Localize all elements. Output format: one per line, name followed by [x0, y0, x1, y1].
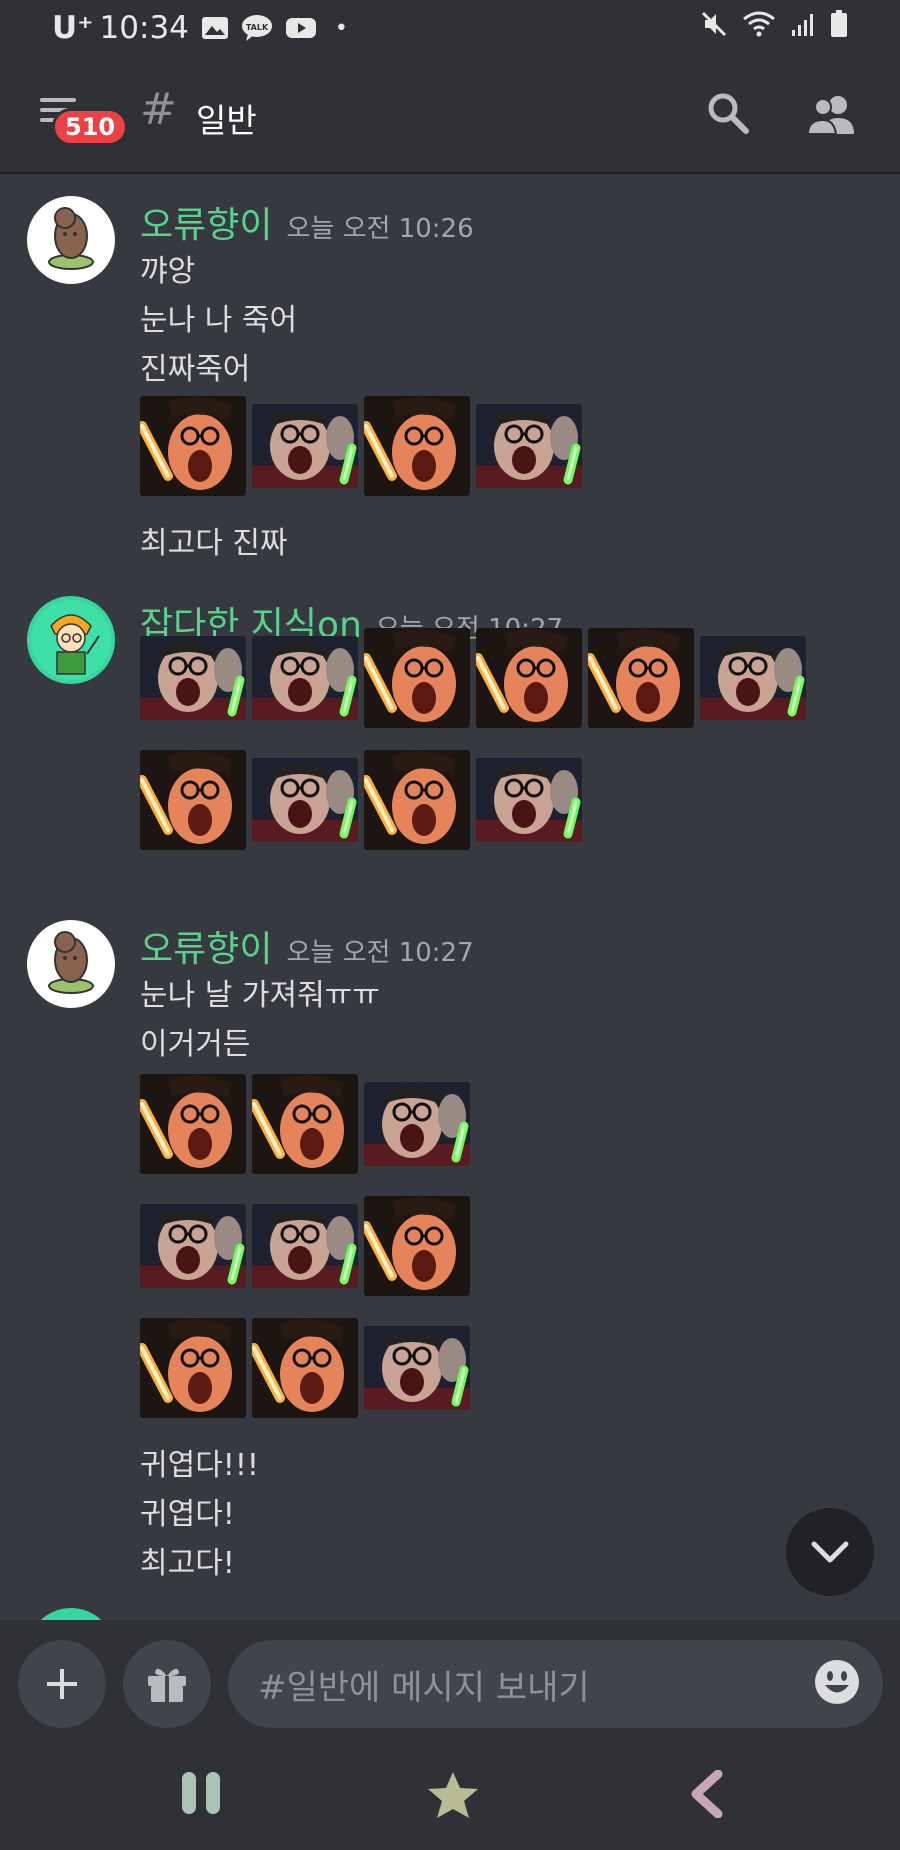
unread-badge: 510 [52, 108, 129, 146]
notification-dot: • [334, 15, 348, 41]
status-time: 10:34 [99, 10, 189, 46]
recent-apps-button[interactable] [180, 1770, 224, 1820]
signal-icon [790, 10, 816, 46]
carrier-label: U⁺ [52, 10, 94, 46]
youtube-icon [285, 16, 317, 40]
emote-row [0, 1196, 900, 1296]
back-icon [691, 1769, 723, 1819]
gift-icon [148, 1668, 186, 1702]
recent-apps-icon [182, 1772, 220, 1814]
emote-row [0, 396, 900, 496]
emote-saber[interactable] [140, 750, 246, 850]
wifi-icon [742, 10, 776, 46]
emote-scream[interactable] [252, 1204, 358, 1288]
members-button[interactable] [806, 94, 856, 140]
emote-row [0, 628, 900, 728]
emoji-button[interactable] [813, 1658, 861, 1715]
message-input[interactable]: #일반에 메시지 보내기 [228, 1640, 883, 1728]
timestamp: 오늘 오전 10:26 [286, 214, 474, 244]
emote-row [0, 1074, 900, 1174]
talk-icon: TALK [241, 14, 273, 42]
plus-icon [47, 1669, 77, 1699]
channel-list-button[interactable]: 510 [38, 94, 129, 150]
gift-button[interactable] [123, 1640, 211, 1728]
message-text: 최고다 진짜 [140, 526, 288, 561]
potato-character-icon [48, 207, 94, 270]
emote-saber[interactable] [140, 1074, 246, 1174]
message-text: 눈나 나 죽어 [140, 303, 298, 338]
emoji-icon [815, 1660, 859, 1704]
home-button[interactable] [426, 1770, 480, 1824]
emote-scream[interactable] [364, 1082, 470, 1166]
hash-icon: # [140, 84, 177, 135]
potato-character-icon [48, 931, 94, 994]
back-button[interactable] [688, 1769, 724, 1822]
emote-saber[interactable] [252, 1318, 358, 1418]
emote-scream[interactable] [364, 1326, 470, 1410]
message-text: 귀엽다!!! [140, 1448, 259, 1483]
system-nav-bar [0, 1748, 900, 1850]
emote-scream[interactable] [252, 636, 358, 720]
battery-icon [830, 10, 848, 46]
message-text: 이거거든 [140, 1027, 251, 1062]
emote-row [0, 1318, 900, 1418]
attach-button[interactable] [18, 1640, 106, 1728]
mute-icon [700, 10, 728, 46]
members-icon [806, 96, 854, 135]
emote-row [0, 750, 900, 850]
avatar[interactable] [27, 1608, 115, 1620]
emote-saber[interactable] [364, 750, 470, 850]
status-bar: U⁺ 10:34 TALK • [0, 0, 900, 56]
message-text: 꺄앙 [140, 254, 196, 289]
star-icon [428, 1772, 478, 1818]
avatar[interactable] [27, 920, 115, 1008]
username[interactable]: 오류향이 [140, 205, 272, 246]
avatar[interactable] [27, 196, 115, 284]
channel-header: 510 # 일반 [0, 56, 900, 174]
message-text: 귀엽다! [140, 1497, 235, 1532]
search-button[interactable] [706, 91, 750, 139]
message-composer: #일반에 메시지 보내기 [0, 1620, 900, 1748]
emote-saber[interactable] [364, 396, 470, 496]
scroll-to-bottom-button[interactable] [786, 1508, 874, 1596]
channel-title: 일반 [196, 101, 257, 140]
timestamp: 오늘 오전 10:27 [286, 938, 474, 968]
message-placeholder: #일반에 메시지 보내기 [258, 1667, 590, 1708]
emote-saber[interactable] [252, 1074, 358, 1174]
emote-saber[interactable] [140, 396, 246, 496]
search-icon [708, 93, 749, 134]
message-author[interactable]: 오류향이 오늘 오전 10:27 [140, 920, 474, 972]
chevron-down-icon [811, 1541, 849, 1563]
gallery-icon [201, 16, 229, 40]
emote-saber[interactable] [140, 1318, 246, 1418]
emote-scream[interactable] [700, 636, 806, 720]
emote-saber[interactable] [364, 628, 470, 728]
emote-scream[interactable] [252, 404, 358, 488]
emote-scream[interactable] [140, 636, 246, 720]
emote-saber[interactable] [588, 628, 694, 728]
message-text: 눈나 날 가져줘ㅠㅠ [140, 978, 380, 1013]
emote-scream[interactable] [476, 404, 582, 488]
emote-saber[interactable] [364, 1196, 470, 1296]
username[interactable]: 오류향이 [140, 929, 272, 970]
emote-scream[interactable] [252, 758, 358, 842]
svg-text:TALK: TALK [246, 23, 269, 32]
message-author[interactable]: 오류향이 오늘 오전 10:26 [140, 196, 474, 248]
emote-scream[interactable] [476, 758, 582, 842]
emote-scream[interactable] [140, 1204, 246, 1288]
message-text: 최고다! [140, 1546, 235, 1581]
message-list[interactable]: 오류향이 오늘 오전 10:26 꺄앙 눈나 나 죽어 진짜죽어 최고다 진짜 잡… [0, 176, 900, 1620]
emote-saber[interactable] [476, 628, 582, 728]
message-text: 진짜죽어 [140, 352, 251, 387]
